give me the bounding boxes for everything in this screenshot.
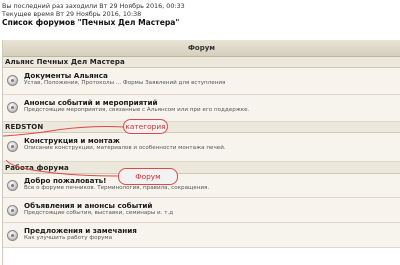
forum-title-link[interactable]: Объявления и анонсы событий [24, 201, 400, 210]
forum-callout: Форум [118, 168, 178, 185]
forum-description: Предстоящие события, выставки, семинары … [24, 210, 174, 216]
forum-read-icon [7, 230, 18, 241]
header-info: Вы последний раз заходили Вт 29 Ноябрь 2… [0, 0, 400, 27]
current-time-text: Текущее время Вт 29 Ноябрь 2016, 10:38 [2, 10, 142, 18]
forum-title-link[interactable]: Конструкция и монтаж [24, 136, 400, 145]
forum-description: Как улучшить работу форума [24, 235, 113, 241]
forum-description: Предстоящие мероприятия, связанные с Аль… [24, 107, 250, 113]
category-row-forum-work[interactable]: Работа форума [3, 162, 400, 174]
forum-row[interactable]: Предложения и замечания Как улучшить раб… [3, 223, 400, 248]
forum-row[interactable]: Документы Альянса Устав, Положения, Прот… [3, 68, 400, 95]
forum-read-icon [7, 75, 18, 86]
forum-read-icon [7, 205, 18, 216]
category-row-alliance[interactable]: Альянс Печных Дел Мастера [3, 57, 400, 68]
forum-table: Форум Альянс Печных Дел Мастера Документ… [2, 40, 400, 265]
forum-read-icon [7, 141, 18, 152]
category-row-redston[interactable]: REDSTON [3, 122, 400, 133]
forum-read-icon [7, 180, 18, 191]
forum-list-title[interactable]: Список форумов "Печных Дел Мастера" [2, 19, 398, 27]
forum-row[interactable]: Конструкция и монтаж Описание конструкци… [3, 133, 400, 162]
forum-title-link[interactable]: Документы Альянса [24, 71, 400, 80]
category-callout: категория [123, 119, 168, 134]
forum-title-link[interactable]: Предложения и замечания [24, 226, 400, 235]
forum-row[interactable]: Анонсы событий и мероприятий Предстоящие… [3, 95, 400, 122]
forum-title-link[interactable]: Добро пожаловать! [24, 176, 400, 185]
forum-description: Все о форуме печников. Терминология, пра… [24, 185, 210, 191]
forum-title-link[interactable]: Анонсы событий и мероприятий [24, 98, 400, 107]
forum-description: Устав, Положения, Протоколы ... Формы За… [24, 80, 226, 86]
last-visit-text: Вы последний раз заходили Вт 29 Ноябрь 2… [2, 2, 185, 10]
forum-read-icon [7, 102, 18, 113]
forum-description: Описание конструкции, материалов и особе… [24, 145, 226, 151]
forum-row[interactable]: Объявления и анонсы событий Предстоящие … [3, 198, 400, 223]
forum-row[interactable]: Добро пожаловать! Все о форуме печников.… [3, 174, 400, 198]
forum-table-header: Форум [3, 40, 400, 57]
